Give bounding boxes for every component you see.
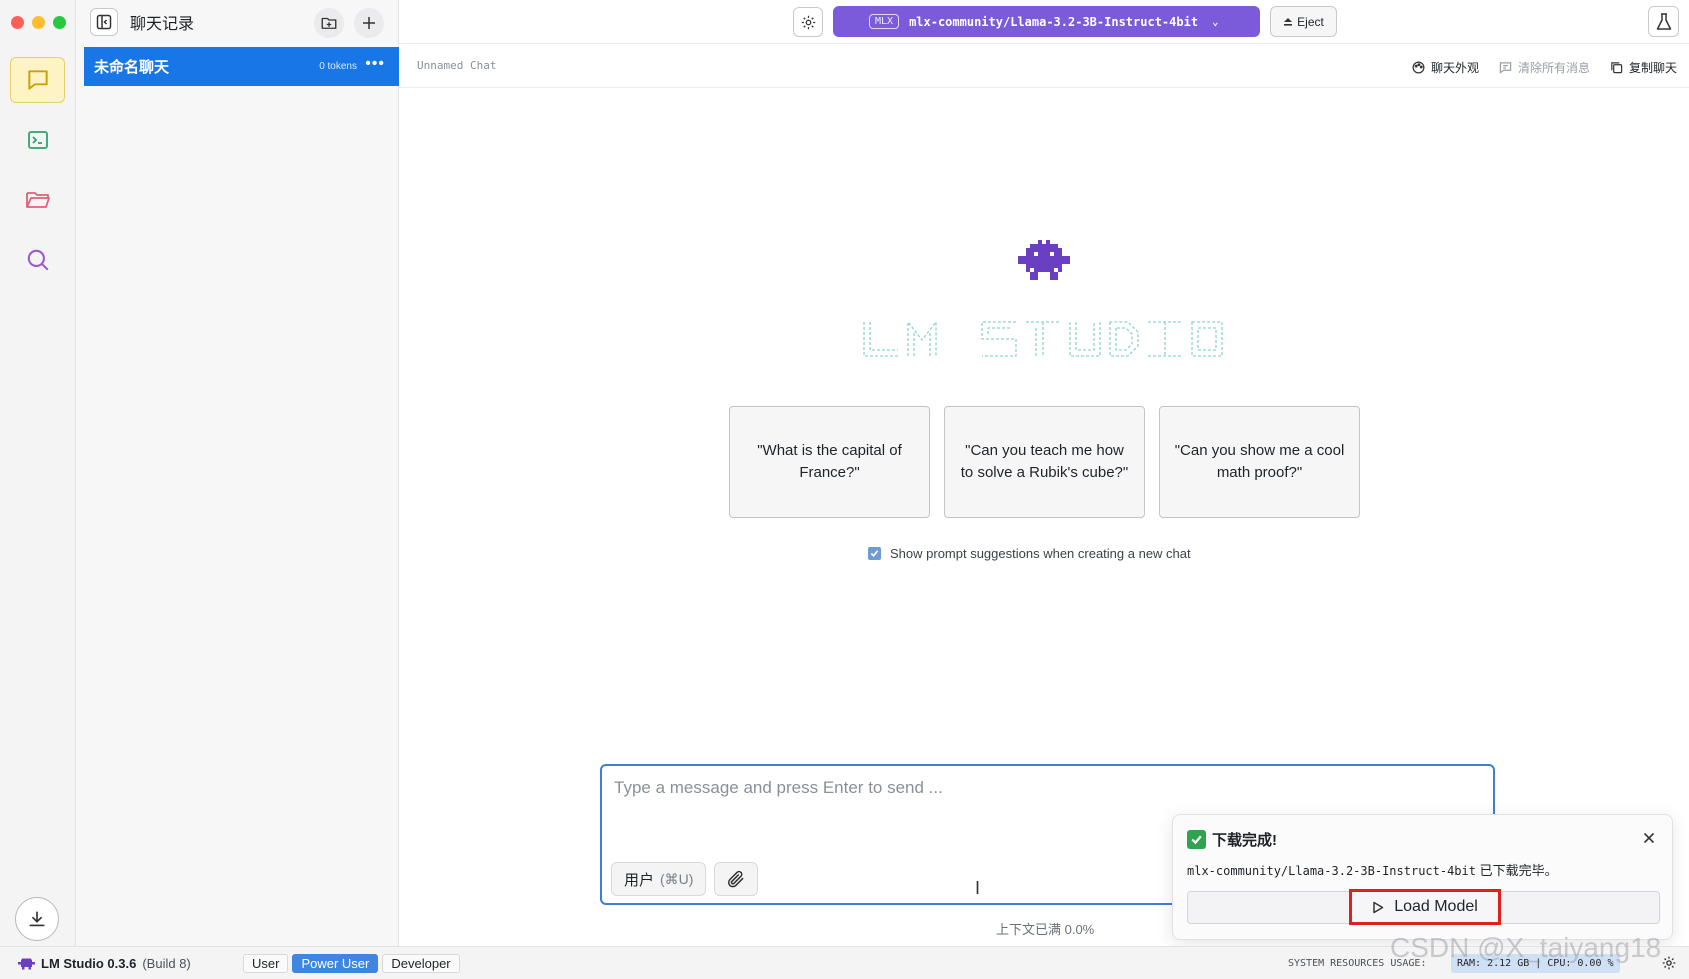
new-folder-button[interactable] — [314, 8, 344, 38]
sidebar-toggle-icon — [96, 14, 112, 30]
app-version: LM Studio 0.3.6 (Build 8) — [18, 956, 191, 971]
toast-title-text: 下载完成! — [1212, 832, 1277, 849]
chat-item-name: 未命名聊天 — [94, 59, 170, 76]
toast-title: 下载完成! — [1187, 829, 1277, 850]
model-settings-button[interactable] — [793, 7, 823, 37]
role-shortcut: (⌘U) — [660, 870, 694, 887]
chat-title[interactable]: Unnamed Chat — [417, 59, 496, 72]
model-format-tag: MLX — [869, 14, 900, 29]
new-chat-button[interactable] — [354, 8, 384, 38]
copy-icon — [1611, 62, 1623, 74]
rail-discover-button[interactable] — [10, 237, 65, 283]
chat-actions: 聊天外观 清除所有消息 复制聊天 — [1412, 59, 1677, 76]
rail-developer-button[interactable] — [10, 117, 65, 163]
show-suggestions-toggle[interactable]: Show prompt suggestions when creating a … — [868, 546, 1191, 561]
new-folder-icon — [321, 17, 337, 29]
palette-icon — [1412, 61, 1425, 74]
chat-appearance-label: 聊天外观 — [1430, 61, 1479, 75]
chat-appearance-button[interactable]: 聊天外观 — [1412, 59, 1479, 76]
folder-icon — [25, 192, 50, 208]
chat-history-sidebar: 聊天记录 未命名聊天 0 tokens ••• — [76, 0, 399, 946]
rail-models-button[interactable] — [10, 177, 65, 223]
terminal-icon — [27, 131, 48, 149]
attach-file-button[interactable] — [714, 862, 758, 896]
sidebar-header: 聊天记录 — [76, 0, 398, 44]
toast-message-suffix: 已下载完毕。 — [1475, 863, 1558, 878]
lm-studio-window: 聊天记录 未命名聊天 0 tokens ••• MLX mlx-communit… — [0, 0, 1689, 979]
eject-button[interactable]: Eject — [1270, 6, 1337, 37]
load-model-button[interactable]: Load Model — [1349, 889, 1501, 925]
maximize-window-button[interactable] — [53, 16, 66, 29]
chat-list-item[interactable]: 未命名聊天 0 tokens ••• — [84, 47, 399, 86]
clear-chat-icon — [1499, 62, 1512, 74]
minimize-window-button[interactable] — [32, 16, 45, 29]
icon-rail — [0, 0, 76, 946]
resources-divider: | — [1535, 958, 1542, 969]
close-window-button[interactable] — [11, 16, 24, 29]
lm-studio-ascii-logo — [863, 320, 1223, 357]
checkmark-icon — [870, 550, 879, 557]
play-icon — [1373, 901, 1384, 913]
close-toast-button[interactable] — [1640, 829, 1658, 847]
text-cursor-icon: I — [975, 878, 981, 898]
mode-user[interactable]: User — [243, 954, 289, 973]
ram-usage: RAM: 2.12 GB — [1457, 958, 1530, 969]
window-controls — [11, 16, 66, 29]
experiments-button[interactable] — [1648, 6, 1679, 37]
role-selector-button[interactable]: 用户 (⌘U) — [611, 862, 707, 896]
chat-item-more-icon[interactable]: ••• — [365, 55, 385, 73]
clear-messages-button[interactable]: 清除所有消息 — [1499, 59, 1590, 76]
download-complete-toast: 下载完成! mlx-community/Llama-3.2-3B-Instruc… — [1172, 814, 1673, 940]
download-icon — [29, 911, 45, 927]
app-build: (Build 8) — [142, 956, 191, 971]
paperclip-icon — [727, 870, 744, 888]
context-usage: 上下文已满 0.0% — [996, 922, 1095, 937]
load-model-bar[interactable]: Load Model — [1187, 889, 1660, 925]
clear-messages-label: 清除所有消息 — [1517, 61, 1590, 75]
toggle-sidebar-button[interactable] — [90, 8, 118, 36]
close-icon — [1643, 832, 1655, 844]
model-name: mlx-community/Llama-3.2-3B-Instruct-4bit — [909, 14, 1199, 29]
chat-icon — [27, 70, 48, 90]
load-model-label: Load Model — [1394, 898, 1478, 915]
robot-mascot-icon — [1018, 240, 1070, 280]
suggestion-card[interactable]: "Can you teach me how to solve a Rubik's… — [944, 406, 1145, 518]
model-selector[interactable]: MLX mlx-community/Llama-3.2-3B-Instruct-… — [833, 6, 1260, 37]
eject-icon — [1284, 17, 1293, 26]
lm-studio-logo-icon — [18, 957, 35, 970]
rail-chat-button[interactable] — [10, 57, 65, 103]
ui-mode-switcher: User Power User Developer — [243, 954, 460, 973]
copy-chat-button[interactable]: 复制聊天 — [1610, 59, 1677, 76]
show-suggestions-checkbox[interactable] — [868, 547, 881, 560]
system-resources-label: SYSTEM RESOURCES USAGE: — [1288, 958, 1427, 969]
chevron-down-icon: ⌄ — [1212, 15, 1219, 28]
flask-icon — [1656, 12, 1671, 30]
mode-developer[interactable]: Developer — [382, 954, 460, 973]
mode-power-user[interactable]: Power User — [292, 954, 379, 973]
toast-message: mlx-community/Llama-3.2-3B-Instruct-4bit… — [1187, 860, 1558, 879]
downloads-button[interactable] — [15, 897, 59, 941]
eject-label: Eject — [1297, 14, 1324, 29]
toast-model-name: mlx-community/Llama-3.2-3B-Instruct-4bit — [1187, 864, 1476, 878]
top-bar: MLX mlx-community/Llama-3.2-3B-Instruct-… — [399, 0, 1689, 44]
suggestion-card[interactable]: "What is the capital of France?" — [729, 406, 930, 518]
app-settings-gear-icon[interactable] — [1661, 955, 1677, 971]
copy-chat-label: 复制聊天 — [1628, 61, 1677, 75]
sidebar-title: 聊天记录 — [130, 16, 195, 33]
plus-icon — [363, 17, 375, 29]
role-label: 用户 — [624, 871, 655, 889]
suggestion-card[interactable]: "Can you show me a cool math proof?" — [1159, 406, 1360, 518]
gear-icon — [801, 15, 815, 29]
success-check-icon — [1187, 830, 1206, 849]
cpu-usage: CPU: 0.00 % — [1547, 958, 1614, 969]
app-name: LM Studio 0.3.6 — [41, 956, 137, 971]
chat-subheader: Unnamed Chat 聊天外观 清除所有消息 复制聊天 — [399, 44, 1689, 88]
system-resources-readout[interactable]: RAM: 2.12 GB | CPU: 0.00 % — [1451, 954, 1620, 973]
chat-item-tokens: 0 tokens — [319, 61, 357, 72]
status-bar: LM Studio 0.3.6 (Build 8) User Power Use… — [0, 946, 1689, 979]
search-icon — [27, 249, 48, 271]
show-suggestions-label: Show prompt suggestions when creating a … — [890, 546, 1191, 561]
prompt-suggestions: "What is the capital of France?" "Can yo… — [729, 406, 1360, 518]
